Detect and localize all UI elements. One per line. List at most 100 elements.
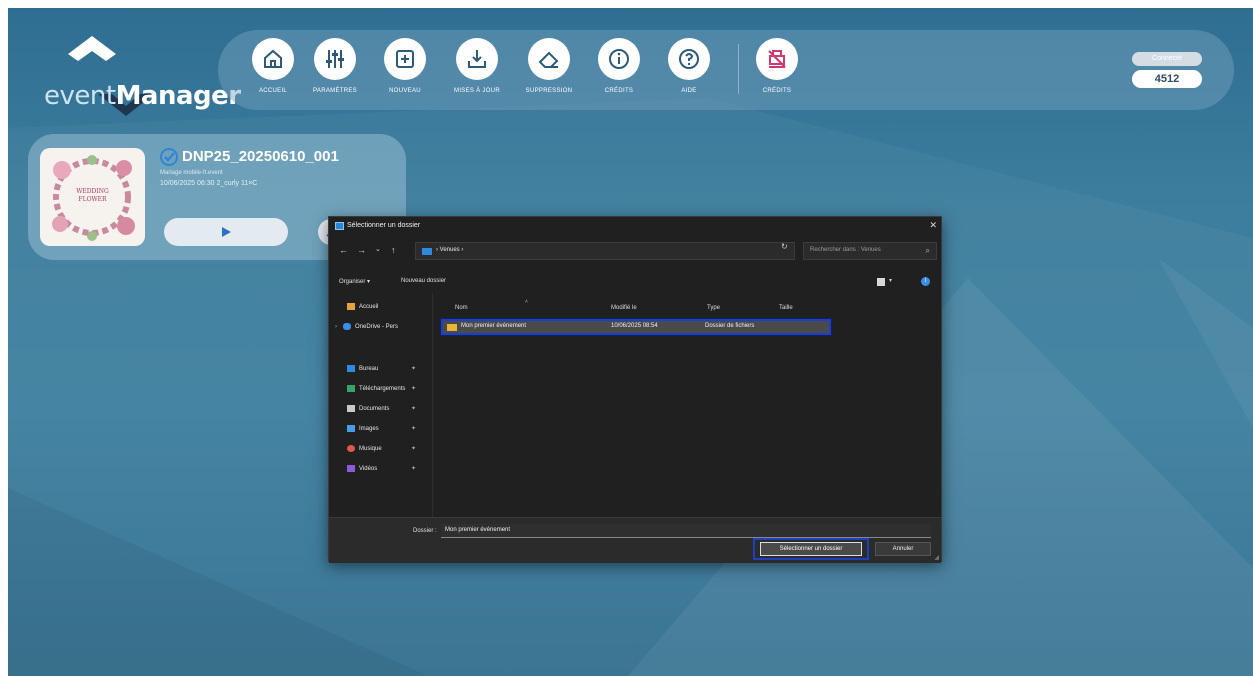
toolbar-new-button[interactable]: NOUVEAU [370, 38, 440, 94]
toolbar-credits-button[interactable]: CRÉDITS [584, 38, 654, 94]
folder-picker-dialog: Sélectionner un dossier ✕ ← → ⌄ ↑ › Venu… [328, 216, 942, 563]
event-meta: 10/06/2025 06:30 2_curly 11×C [160, 180, 258, 187]
chevron-down-icon[interactable]: ▾ [889, 277, 892, 284]
column-header-size[interactable]: Taille [779, 305, 793, 311]
app-logo: eventManager [16, 36, 241, 116]
search-placeholder: Rechercher dans : Venues [810, 247, 881, 253]
folder-icon [447, 324, 457, 331]
dialog-title: Sélectionner un dossier [347, 222, 421, 229]
resize-grip-icon[interactable]: ◢ [934, 554, 939, 561]
logo-text: eventManager [44, 81, 241, 111]
toolbar-print-credits-button[interactable]: CRÉDITS [742, 38, 812, 94]
toolbar-help-button[interactable]: AIDE [654, 38, 724, 94]
app-icon [335, 222, 344, 230]
file-list: ˄ Nom Modifié le Type Taille Mon premier… [435, 293, 941, 517]
nav-label: Vidéos [359, 466, 378, 473]
nav-item-downloads[interactable]: Téléchargements [347, 385, 405, 392]
folder-icon [422, 248, 432, 255]
navigation-pane: Accueil › OneDrive - Pers Bureau ✦ Téléch… [329, 293, 433, 517]
cloud-icon [343, 323, 351, 330]
search-input[interactable]: Rechercher dans : Venues ⌕ [803, 242, 937, 260]
toolbar-label: CRÉDITS [762, 88, 792, 94]
plus-square-icon [384, 38, 426, 80]
pin-icon: ✦ [411, 366, 417, 372]
nav-item-home[interactable]: Accueil [347, 303, 378, 310]
toolbar-label: NOUVEAU [389, 88, 421, 94]
play-button[interactable] [164, 218, 288, 246]
nav-item-documents[interactable]: Documents [347, 405, 389, 412]
close-icon[interactable]: ✕ [929, 220, 937, 231]
file-row-selected[interactable]: Mon premier événement 10/06/2025 08:54 D… [440, 318, 832, 336]
file-modified: 10/06/2025 08:54 [611, 323, 658, 329]
nav-label: Accueil [359, 304, 379, 311]
chevron-down-icon[interactable]: ⌄ [375, 245, 381, 253]
refresh-icon[interactable]: ↻ [781, 242, 788, 251]
nav-item-desktop[interactable]: Bureau [347, 365, 378, 372]
nav-item-onedrive[interactable]: › OneDrive - Pers [335, 323, 398, 330]
toolbar-label: CRÉDITS [604, 88, 634, 94]
back-arrow-icon[interactable]: ← [339, 245, 348, 255]
nav-label: OneDrive - Pers [355, 324, 399, 331]
nav-item-music[interactable]: Musique [347, 445, 382, 452]
forward-arrow-icon[interactable]: → [357, 245, 366, 255]
download-tray-icon [456, 38, 498, 80]
user-status-pill: Connecté [1132, 52, 1202, 66]
nav-label: Documents [359, 406, 390, 413]
dialog-navbar: ← → ⌄ ↑ › Venues › ⌄ ↻ Rechercher dans :… [329, 239, 941, 263]
play-icon [222, 227, 231, 237]
up-arrow-icon[interactable]: ↑ [391, 245, 396, 255]
pin-icon: ✦ [411, 466, 417, 472]
home-icon [252, 38, 294, 80]
video-icon [347, 465, 355, 472]
select-folder-button[interactable]: Sélectionner un dossier [753, 538, 869, 560]
nav-label: Images [359, 426, 379, 433]
nav-label: Téléchargements [359, 386, 406, 393]
thumbnail-caption: WEDDING FLOWER [76, 188, 109, 203]
new-folder-button[interactable]: Nouveau dossier [401, 278, 446, 284]
session-code: 4512 [1132, 70, 1202, 88]
nav-item-images[interactable]: Images [347, 425, 379, 432]
app-window: eventManager ACCUEIL PARAMÈTRES NOUVEAU [8, 8, 1253, 676]
organize-menu[interactable]: Organiser ▾ [339, 278, 370, 285]
search-icon: ⌕ [925, 246, 930, 255]
cancel-button[interactable]: Annuler [875, 542, 931, 556]
no-print-icon [756, 38, 798, 80]
music-icon [347, 445, 355, 452]
desktop-icon [347, 365, 355, 372]
command-bar: Organiser ▾ Nouveau dossier ▾ i [329, 275, 941, 291]
chevron-right-icon: › [335, 324, 337, 331]
eraser-icon [528, 38, 570, 80]
address-bar[interactable]: › Venues › ⌄ [415, 242, 852, 260]
file-type: Dossier de fichiers [705, 323, 755, 329]
pin-icon: ✦ [411, 386, 417, 392]
folder-name-input[interactable]: Mon premier événement [441, 524, 931, 538]
toolbar-delete-button[interactable]: SUPPRESSION [514, 38, 584, 94]
folder-label: Dossier : [413, 528, 437, 534]
image-icon [347, 425, 355, 432]
pin-icon: ✦ [411, 446, 417, 452]
download-icon [347, 385, 355, 392]
column-header-modified[interactable]: Modifié le [611, 305, 637, 311]
document-icon [347, 405, 355, 412]
sliders-icon [314, 38, 356, 80]
nav-label: Bureau [359, 366, 379, 373]
nav-item-videos[interactable]: Vidéos [347, 465, 377, 472]
toolbar-label: ACCUEIL [258, 88, 288, 94]
check-badge-icon [160, 148, 178, 166]
question-icon [668, 38, 710, 80]
column-header-type[interactable]: Type [707, 305, 720, 311]
dialog-footer: Dossier : Mon premier événement Sélectio… [329, 517, 941, 563]
toolbar-separator [738, 44, 739, 94]
column-header-name[interactable]: Nom [455, 305, 468, 311]
select-folder-label: Sélectionner un dossier [760, 542, 862, 556]
main-toolbar: ACCUEIL PARAMÈTRES NOUVEAU MISES À JOUR … [218, 30, 1234, 110]
home-icon [347, 303, 355, 310]
toolbar-home-button[interactable]: ACCUEIL [238, 38, 308, 94]
address-path: › Venues › [436, 247, 464, 253]
toolbar-updates-button[interactable]: MISES À JOUR [442, 38, 512, 94]
dialog-titlebar: Sélectionner un dossier ✕ [329, 217, 941, 235]
toolbar-settings-button[interactable]: PARAMÈTRES [300, 38, 370, 94]
help-icon[interactable]: i [921, 277, 930, 286]
view-icon[interactable] [877, 278, 885, 286]
toolbar-label: PARAMÈTRES [313, 88, 357, 94]
